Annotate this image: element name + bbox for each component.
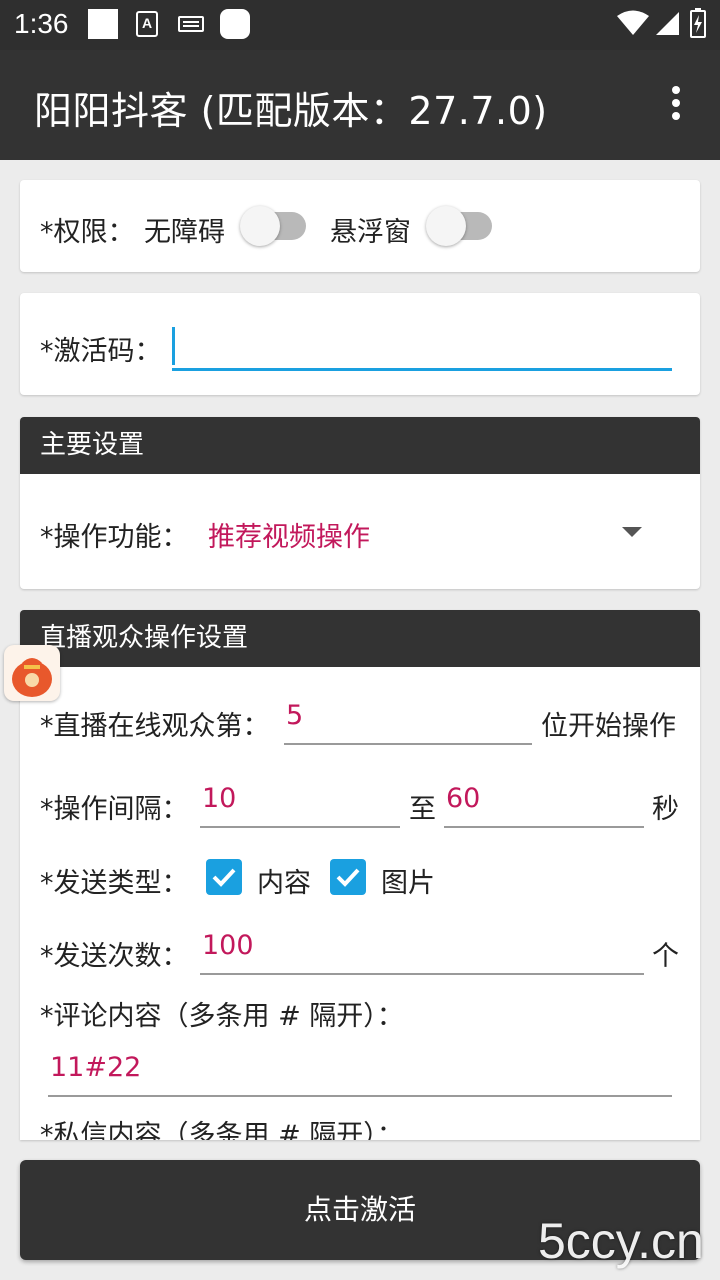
status-time: 1:36	[14, 8, 69, 39]
notification-icon-2	[220, 9, 250, 39]
send-count-unit: 个	[652, 941, 679, 972]
check-icon	[336, 868, 360, 887]
live-settings-header: 直播观众操作设置	[20, 610, 700, 667]
floating-window-label: 悬浮窗	[330, 217, 411, 248]
comment-content-input[interactable]: 11#22	[48, 1052, 672, 1097]
status-bar: 1:36 A	[0, 0, 720, 50]
content-checkbox-label: 内容	[257, 868, 311, 899]
viewer-position-label: *直播在线观众第：	[40, 711, 270, 742]
keyboard-icon	[178, 16, 204, 32]
watermark: 5ccy.cn	[538, 1213, 704, 1269]
send-type-label: *发送类型：	[40, 868, 189, 899]
interval-to-input[interactable]: 60	[444, 783, 644, 828]
activation-code-input[interactable]	[172, 323, 672, 371]
image-checkbox-label: 图片	[381, 868, 435, 899]
send-count-input[interactable]: 100	[200, 930, 644, 975]
battery-icon	[690, 8, 706, 38]
notification-icon	[88, 9, 118, 39]
viewer-position-suffix: 位开始操作	[541, 711, 676, 742]
a-icon: A	[136, 11, 158, 37]
live-settings-card: 直播观众操作设置 *直播在线观众第： 5 位开始操作 *操作间隔： 10 至 6…	[20, 610, 700, 1140]
send-count-value: 100	[202, 930, 254, 961]
accessibility-label: 无障碍	[144, 217, 225, 248]
text-cursor	[172, 327, 175, 365]
floating-window-switch[interactable]	[426, 206, 496, 246]
comment-content-value: 11#22	[50, 1052, 142, 1083]
dropdown-arrow-icon	[622, 527, 642, 537]
send-count-label: *发送次数：	[40, 941, 189, 972]
viewer-position-input[interactable]: 5	[284, 700, 532, 745]
function-label: *操作功能：	[40, 522, 189, 553]
interval-unit: 秒	[652, 794, 679, 825]
overflow-menu-icon[interactable]	[666, 86, 686, 126]
signal-icon	[656, 12, 679, 35]
wifi-icon	[617, 10, 649, 35]
interval-from-value: 10	[202, 783, 237, 814]
permissions-label: *权限：	[40, 217, 135, 248]
app-title: 阳阳抖客 (匹配版本：27.7.0)	[34, 89, 548, 133]
function-dropdown-value: 推荐视频操作	[208, 522, 370, 553]
interval-label: *操作间隔：	[40, 794, 189, 825]
permissions-card: *权限： 无障碍 悬浮窗	[20, 180, 700, 272]
dm-content-label: *私信内容（多条用 # 隔开）：	[40, 1120, 404, 1140]
viewer-position-value: 5	[286, 700, 304, 731]
accessibility-switch[interactable]	[240, 206, 310, 246]
activation-code-label: *激活码：	[40, 336, 162, 367]
interval-from-input[interactable]: 10	[200, 783, 400, 828]
comment-content-label: *评论内容（多条用 # 隔开）：	[40, 1001, 404, 1032]
main-settings-header: 主要设置	[20, 417, 700, 474]
main-settings-card: 主要设置 *操作功能： 推荐视频操作	[20, 417, 700, 589]
image-checkbox[interactable]	[330, 859, 366, 895]
interval-to-label: 至	[409, 794, 436, 825]
check-icon	[212, 868, 236, 887]
content-checkbox[interactable]	[206, 859, 242, 895]
app-bar: 阳阳抖客 (匹配版本：27.7.0)	[0, 50, 720, 160]
activation-card: *激活码：	[20, 293, 700, 395]
floating-lucky-bag-icon[interactable]	[4, 645, 60, 701]
function-dropdown[interactable]: 推荐视频操作	[200, 503, 670, 559]
interval-to-value: 60	[446, 783, 481, 814]
